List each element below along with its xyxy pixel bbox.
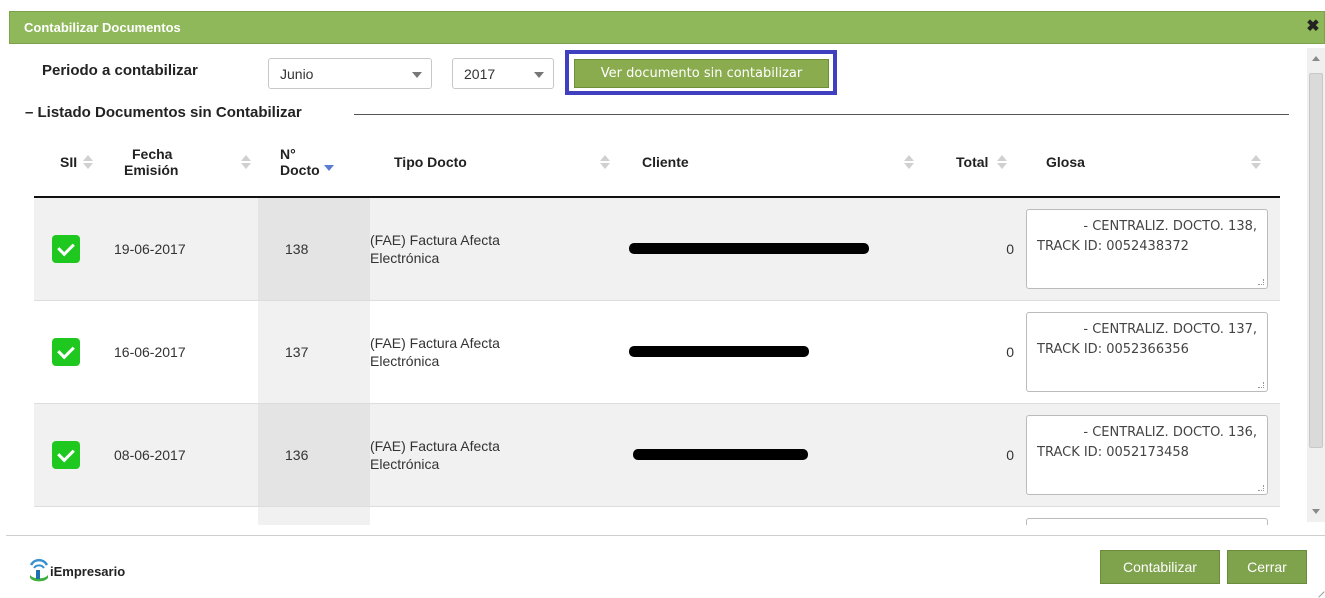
col-header-cliente[interactable]: Cliente (613, 128, 916, 198)
sort-desc-icon (324, 154, 334, 171)
redacted-client (629, 243, 869, 255)
period-filters: Periodo a contabilizar Junio 2017 Ver do… (0, 44, 1300, 104)
month-value: Junio (280, 66, 314, 82)
tipo-cell: (FAE) Factura Afecta Electrónica (370, 402, 613, 506)
col-header-tipo-label: Tipo Docto (394, 154, 467, 170)
list-legend: – Listado Documentos sin Contabilizar (25, 104, 308, 121)
scroll-down-icon[interactable] (1312, 509, 1320, 514)
cerrar-button[interactable]: Cerrar (1227, 550, 1307, 584)
col-header-sii[interactable]: SII (34, 128, 102, 198)
col-header-fecha-label-2: Emisión (124, 162, 179, 178)
tipo-line-2: Electrónica (370, 249, 440, 266)
close-icon[interactable]: ✖ (1304, 18, 1322, 36)
num-cell: 136 (258, 402, 370, 506)
month-select[interactable]: Junio (268, 58, 432, 89)
year-value: 2017 (464, 66, 496, 82)
table-row[interactable]: 19-06-2017 138 (FAE) Factura Afecta Elect… (34, 196, 1280, 300)
resize-grip-icon[interactable] (1258, 381, 1264, 388)
col-header-cliente-label: Cliente (642, 154, 689, 170)
glosa-textarea[interactable] (1026, 517, 1268, 525)
documents-table-container: SII Fecha Emisión N° Docto Tipo Docto Cl… (34, 128, 1280, 525)
sort-icon (1251, 154, 1261, 170)
sort-icon (997, 154, 1007, 170)
col-header-num[interactable]: N° Docto (258, 128, 370, 198)
fecha-cell: 16-06-2017 (102, 299, 258, 403)
sort-icon (83, 154, 93, 170)
dialog-titlebar[interactable]: Contabilizar Documentos ✖ (9, 11, 1325, 44)
redacted-client (629, 346, 809, 357)
tipo-line-2: Electrónica (370, 455, 440, 472)
table-row[interactable]: 08-06-2017 136 (FAE) Factura Afecta Elect… (34, 402, 1280, 506)
chevron-down-icon (534, 72, 544, 78)
tipo-line-1: (FAE) Factura Afecta (370, 334, 500, 351)
col-header-fecha-label-1: Fecha (132, 146, 173, 162)
scrollbar-thumb[interactable] (1309, 73, 1323, 448)
col-header-sii-label: SII (60, 154, 78, 170)
total-cell: 0 (916, 196, 1026, 300)
glosa-textarea[interactable]: - CENTRALIZ. DOCTO. 136, TRACK ID: 005217… (1026, 414, 1268, 495)
col-header-glosa[interactable]: Glosa (1026, 128, 1280, 198)
tipo-line-1: (FAE) Factura Afecta (370, 437, 500, 454)
tipo-cell: (FAE) Factura Afecta Electrónica (370, 196, 613, 300)
contabilizar-button[interactable]: Contabilizar (1100, 550, 1220, 584)
tipo-line-2: Electrónica (370, 352, 440, 369)
cliente-cell (613, 196, 916, 300)
col-header-glosa-label: Glosa (1046, 154, 1085, 170)
resize-grip-icon[interactable] (1258, 278, 1264, 285)
sort-icon (241, 154, 251, 170)
logo-text: iEmpresario (50, 564, 126, 579)
col-header-tipo[interactable]: Tipo Docto (370, 128, 613, 198)
glosa-line-2: TRACK ID: 0052173458 (1037, 444, 1189, 460)
table-row[interactable]: 16-06-2017 137 (FAE) Factura Afecta Elect… (34, 299, 1280, 403)
contabilizar-dialog: Contabilizar Documentos ✖ Periodo a cont… (0, 0, 1325, 598)
tipo-cell: (FAE) Factura Afecta Electrónica (370, 299, 613, 403)
iempresario-logo-icon (29, 558, 49, 582)
glosa-line-2: TRACK ID: 0052438372 (1037, 238, 1189, 254)
num-cell: 138 (258, 196, 370, 300)
glosa-textarea[interactable]: - CENTRALIZ. DOCTO. 137, TRACK ID: 005236… (1026, 311, 1268, 392)
period-label: Periodo a contabilizar (42, 62, 198, 79)
fecha-cell: 19-06-2017 (102, 196, 258, 300)
dialog-resize-icon[interactable] (1313, 586, 1325, 598)
footer-divider (6, 535, 1325, 536)
redacted-client (633, 449, 808, 460)
col-header-total[interactable]: Total (916, 128, 1026, 198)
documents-table: SII Fecha Emisión N° Docto Tipo Docto Cl… (34, 128, 1280, 525)
glosa-textarea[interactable]: - CENTRALIZ. DOCTO. 138, TRACK ID: 005243… (1026, 208, 1268, 289)
sii-checkbox[interactable] (52, 440, 80, 469)
vertical-scrollbar[interactable] (1307, 48, 1325, 522)
col-header-fecha[interactable]: Fecha Emisión (102, 128, 258, 198)
cliente-cell (613, 402, 916, 506)
glosa-line-2: TRACK ID: 0052366356 (1037, 341, 1189, 357)
fecha-cell: 08-06-2017 (102, 402, 258, 506)
num-cell: 137 (258, 299, 370, 403)
chevron-down-icon (412, 72, 422, 78)
scroll-up-icon[interactable] (1312, 56, 1320, 61)
total-cell: 0 (916, 402, 1026, 506)
resize-grip-icon[interactable] (1258, 484, 1264, 491)
cliente-cell (613, 299, 916, 403)
sort-icon (600, 154, 610, 170)
table-header-row: SII Fecha Emisión N° Docto Tipo Docto Cl… (34, 128, 1280, 198)
total-cell: 0 (916, 299, 1026, 403)
dialog-title: Contabilizar Documentos (24, 20, 181, 35)
legend-divider (354, 114, 1289, 115)
sii-checkbox[interactable] (52, 337, 80, 366)
glosa-line-1: - CENTRALIZ. DOCTO. 138, (1083, 218, 1257, 234)
col-header-total-label: Total (956, 154, 989, 170)
view-unposted-button[interactable]: Ver documento sin contabilizar (574, 59, 829, 88)
tipo-line-1: (FAE) Factura Afecta (370, 231, 500, 248)
glosa-line-1: - CENTRALIZ. DOCTO. 136, (1083, 424, 1257, 440)
sort-icon (904, 154, 914, 170)
table-row[interactable] (34, 505, 1280, 525)
year-select[interactable]: 2017 (452, 58, 554, 89)
sii-checkbox[interactable] (52, 234, 80, 263)
glosa-line-1: - CENTRALIZ. DOCTO. 137, (1083, 321, 1257, 337)
